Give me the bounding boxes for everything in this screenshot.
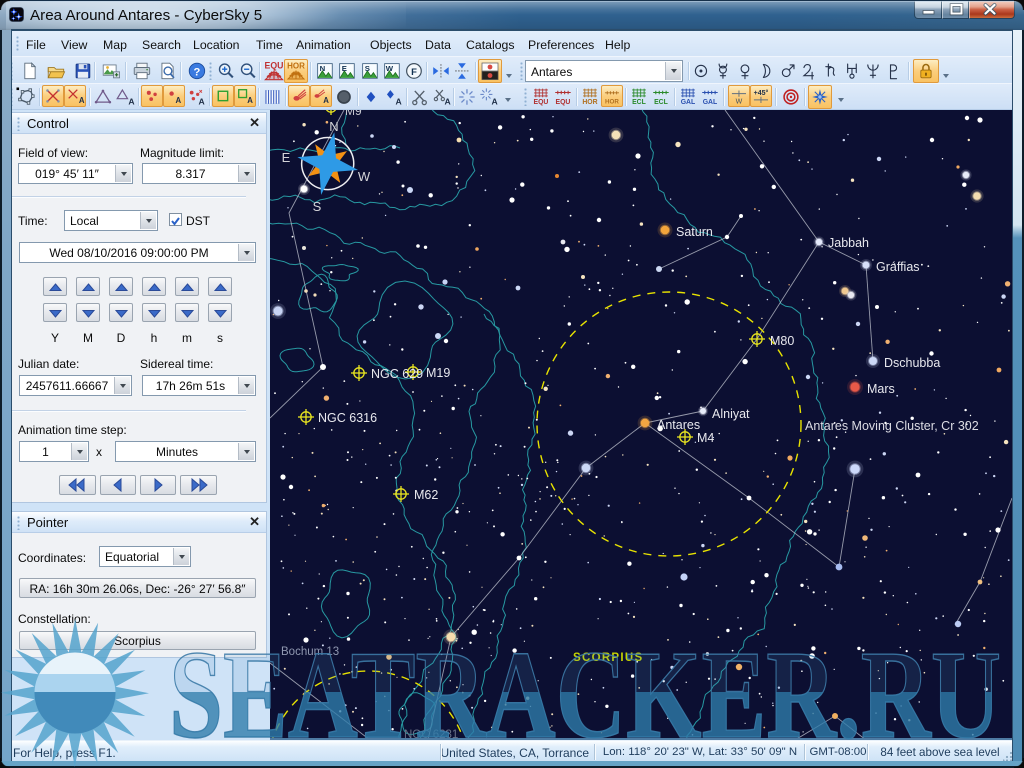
svg-text:E: E (282, 150, 291, 165)
svg-text:Bochum 13: Bochum 13 (281, 646, 339, 658)
svg-text:Gráffias: Gráffias (876, 260, 920, 274)
svg-text:A: A (445, 97, 451, 107)
svg-text:GAL: GAL (703, 99, 718, 106)
svg-text:M19: M19 (426, 366, 450, 380)
svg-text:S: S (313, 199, 322, 214)
svg-text:Antares Moving Cluster, Cr 302: Antares Moving Cluster, Cr 302 (805, 419, 979, 433)
svg-text:Mars: Mars (867, 382, 895, 396)
svg-text:M80: M80 (770, 334, 794, 348)
svg-text:N: N (329, 119, 338, 134)
svg-text:W: W (386, 64, 394, 73)
svg-text:A: A (396, 97, 402, 107)
svg-text:ECL: ECL (632, 99, 646, 106)
svg-text:A: A (323, 96, 329, 105)
svg-text:HOR: HOR (605, 98, 619, 105)
svg-text:Saturn: Saturn (676, 225, 713, 239)
svg-text:EQU: EQU (265, 60, 284, 70)
svg-text:A: A (79, 96, 85, 105)
svg-text:?: ? (194, 66, 201, 78)
svg-text:Dschubba: Dschubba (884, 356, 940, 370)
svg-text:EQU: EQU (556, 99, 571, 106)
svg-text:E: E (342, 64, 347, 73)
svg-text:S: S (365, 64, 370, 73)
svg-text:A: A (247, 96, 253, 105)
svg-text:Antares: Antares (657, 418, 700, 432)
svg-text:Jabbah: Jabbah (828, 236, 869, 250)
svg-text:W: W (358, 169, 371, 184)
svg-text:HOR: HOR (287, 62, 305, 71)
svg-text:A: A (128, 97, 134, 107)
svg-text:GAL: GAL (681, 99, 696, 106)
svg-text:A: A (492, 97, 498, 107)
svg-text:NGC 629: NGC 629 (371, 367, 423, 381)
svg-text:F: F (411, 67, 417, 78)
svg-text:A: A (199, 97, 205, 107)
svg-text:W: W (736, 98, 743, 105)
svg-text:SCORPIUS: SCORPIUS (573, 652, 643, 664)
svg-text:+45°: +45° (754, 89, 769, 97)
svg-text:M4: M4 (697, 431, 714, 445)
svg-text:HOR: HOR (582, 99, 597, 106)
svg-text:NGC 6316: NGC 6316 (318, 411, 377, 425)
svg-text:M62: M62 (414, 488, 438, 502)
svg-text:Alniyat: Alniyat (712, 407, 750, 421)
svg-text:ECL: ECL (654, 99, 668, 106)
svg-text:EQU: EQU (534, 99, 549, 106)
svg-text:A: A (176, 96, 182, 105)
svg-text:N: N (320, 64, 326, 73)
